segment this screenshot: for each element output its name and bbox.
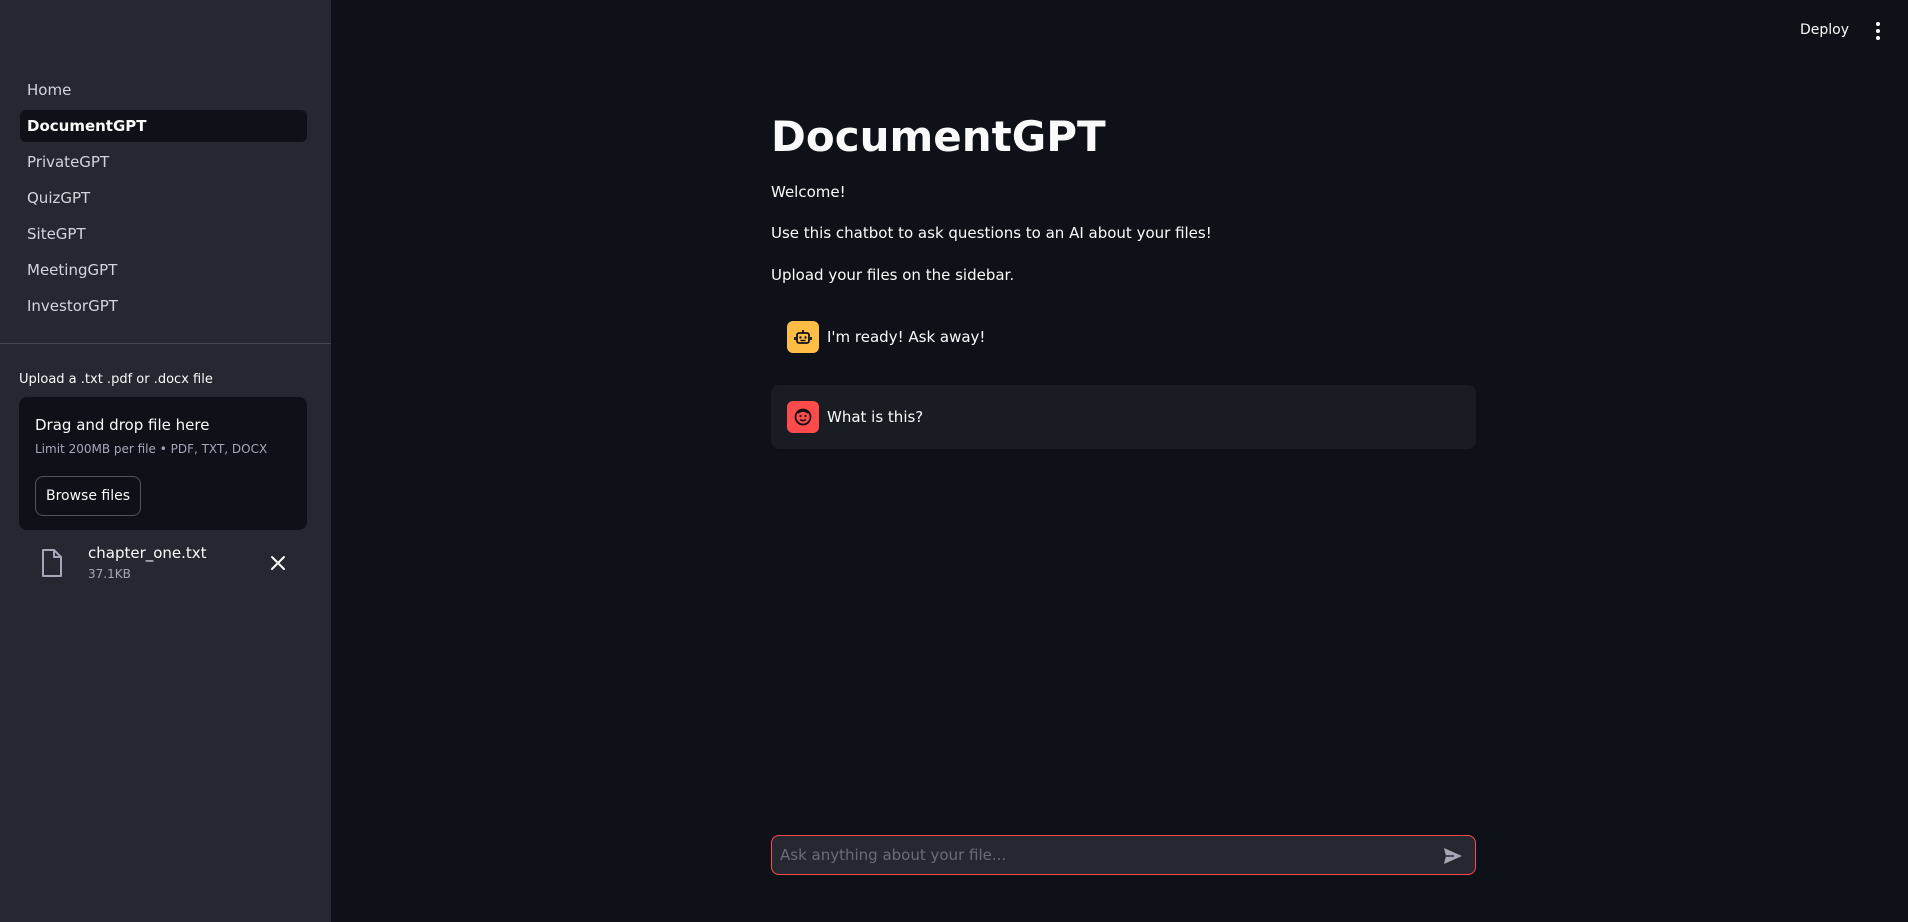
dropzone-limit: Limit 200MB per file • PDF, TXT, DOCX: [35, 442, 268, 456]
uploaded-file: chapter_one.txt 37.1KB: [40, 543, 300, 587]
chat-message-text: What is this?: [827, 408, 924, 426]
smile-icon: [787, 401, 819, 433]
robot-icon: [787, 321, 819, 353]
sidebar-item-quizgpt[interactable]: QuizGPT: [20, 182, 307, 214]
send-icon[interactable]: [1442, 845, 1464, 867]
chat-input-container: [771, 835, 1476, 875]
sidebar-nav: Home DocumentGPT PrivateGPT QuizGPT Site…: [20, 74, 307, 326]
file-size: 37.1KB: [88, 567, 131, 581]
more-vert-icon[interactable]: [1868, 20, 1888, 42]
chat-input[interactable]: [780, 836, 1420, 874]
sidebar-item-investorgpt[interactable]: InvestorGPT: [20, 290, 307, 322]
welcome-text: Welcome!: [771, 183, 846, 201]
file-dropzone[interactable]: Drag and drop file here Limit 200MB per …: [19, 397, 307, 530]
dropzone-title: Drag and drop file here: [35, 416, 210, 434]
close-icon[interactable]: [268, 553, 288, 573]
sidebar-item-meetinggpt[interactable]: MeetingGPT: [20, 254, 307, 286]
deploy-button[interactable]: Deploy: [1800, 22, 1849, 38]
browse-files-button[interactable]: Browse files: [35, 476, 141, 516]
intro-text: Use this chatbot to ask questions to an …: [771, 224, 1212, 242]
sidebar-item-documentgpt[interactable]: DocumentGPT: [20, 110, 307, 142]
sidebar-item-home[interactable]: Home: [20, 74, 307, 106]
sidebar-item-privategpt[interactable]: PrivateGPT: [20, 146, 307, 178]
chat-message-ai: I'm ready! Ask away!: [771, 318, 1476, 356]
hint-text: Upload your files on the sidebar.: [771, 266, 1015, 284]
page-title: DocumentGPT: [771, 112, 1106, 161]
chat-message-text: I'm ready! Ask away!: [827, 328, 986, 346]
chat-message-human: What is this?: [771, 385, 1476, 449]
sidebar: Home DocumentGPT PrivateGPT QuizGPT Site…: [0, 0, 331, 922]
sidebar-item-sitegpt[interactable]: SiteGPT: [20, 218, 307, 250]
sidebar-divider: [0, 343, 331, 344]
file-icon: [42, 549, 62, 577]
file-name: chapter_one.txt: [88, 544, 207, 562]
uploader-label: Upload a .txt .pdf or .docx file: [19, 372, 213, 387]
